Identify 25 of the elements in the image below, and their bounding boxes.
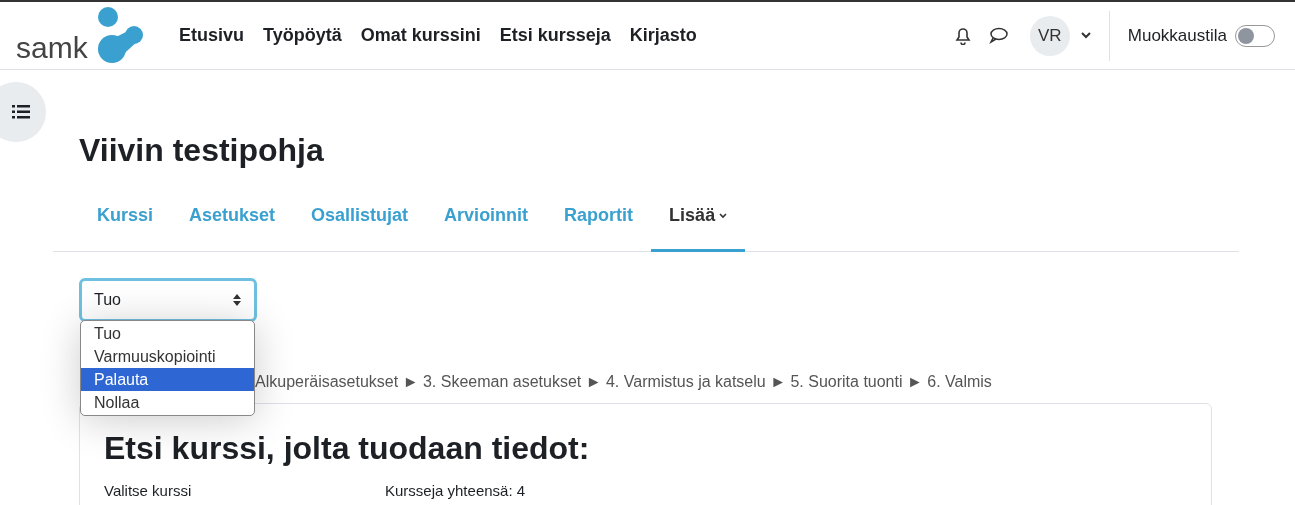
edit-mode-label: Muokkaustila bbox=[1127, 24, 1227, 47]
list-icon bbox=[12, 105, 30, 119]
nav-link[interactable]: Etusivu bbox=[179, 22, 244, 49]
notification-bell-icon[interactable] bbox=[953, 26, 972, 45]
drawer-toggle-button[interactable] bbox=[0, 82, 46, 142]
page-title: Viivin testipohja bbox=[78, 131, 325, 170]
breadcrumb-steps: Alkuperäisasetukset ► 3. Skeeman asetukset ► 4. Varmistus ja katselu ► 5. Suorita tuonti ► 6. Valmis bbox=[255, 370, 992, 394]
field-label: Valitse kurssi bbox=[104, 481, 193, 501]
dropdown-option[interactable]: Tuo bbox=[81, 322, 254, 345]
nav-link[interactable]: Omat kurssini bbox=[360, 22, 481, 49]
caret-icon[interactable] bbox=[1080, 32, 1091, 39]
course-tab[interactable]: Lisää bbox=[651, 192, 746, 252]
nav-link[interactable]: Työpöytä bbox=[263, 22, 342, 49]
chat-bubble-icon[interactable] bbox=[988, 27, 1008, 44]
user-avatar[interactable]: VR bbox=[1029, 15, 1070, 56]
nav-link[interactable]: Etsi kursseja bbox=[499, 22, 611, 49]
dropdown-option[interactable]: Varmuuskopiointi bbox=[81, 345, 254, 368]
sort-arrows-icon bbox=[232, 293, 242, 307]
dropdown-option[interactable]: Nollaa bbox=[81, 391, 254, 414]
card-heading: Etsi kurssi, jolta tuodaan tiedot: bbox=[104, 429, 591, 468]
edit-mode-toggle[interactable] bbox=[1235, 24, 1275, 47]
nav-link[interactable]: Kirjasto bbox=[629, 22, 697, 49]
dropdown-option[interactable]: Palauta bbox=[81, 368, 254, 391]
samk-logo[interactable]: samk bbox=[0, 4, 160, 67]
course-count: Kursseja yhteensä: 4 bbox=[385, 481, 526, 501]
